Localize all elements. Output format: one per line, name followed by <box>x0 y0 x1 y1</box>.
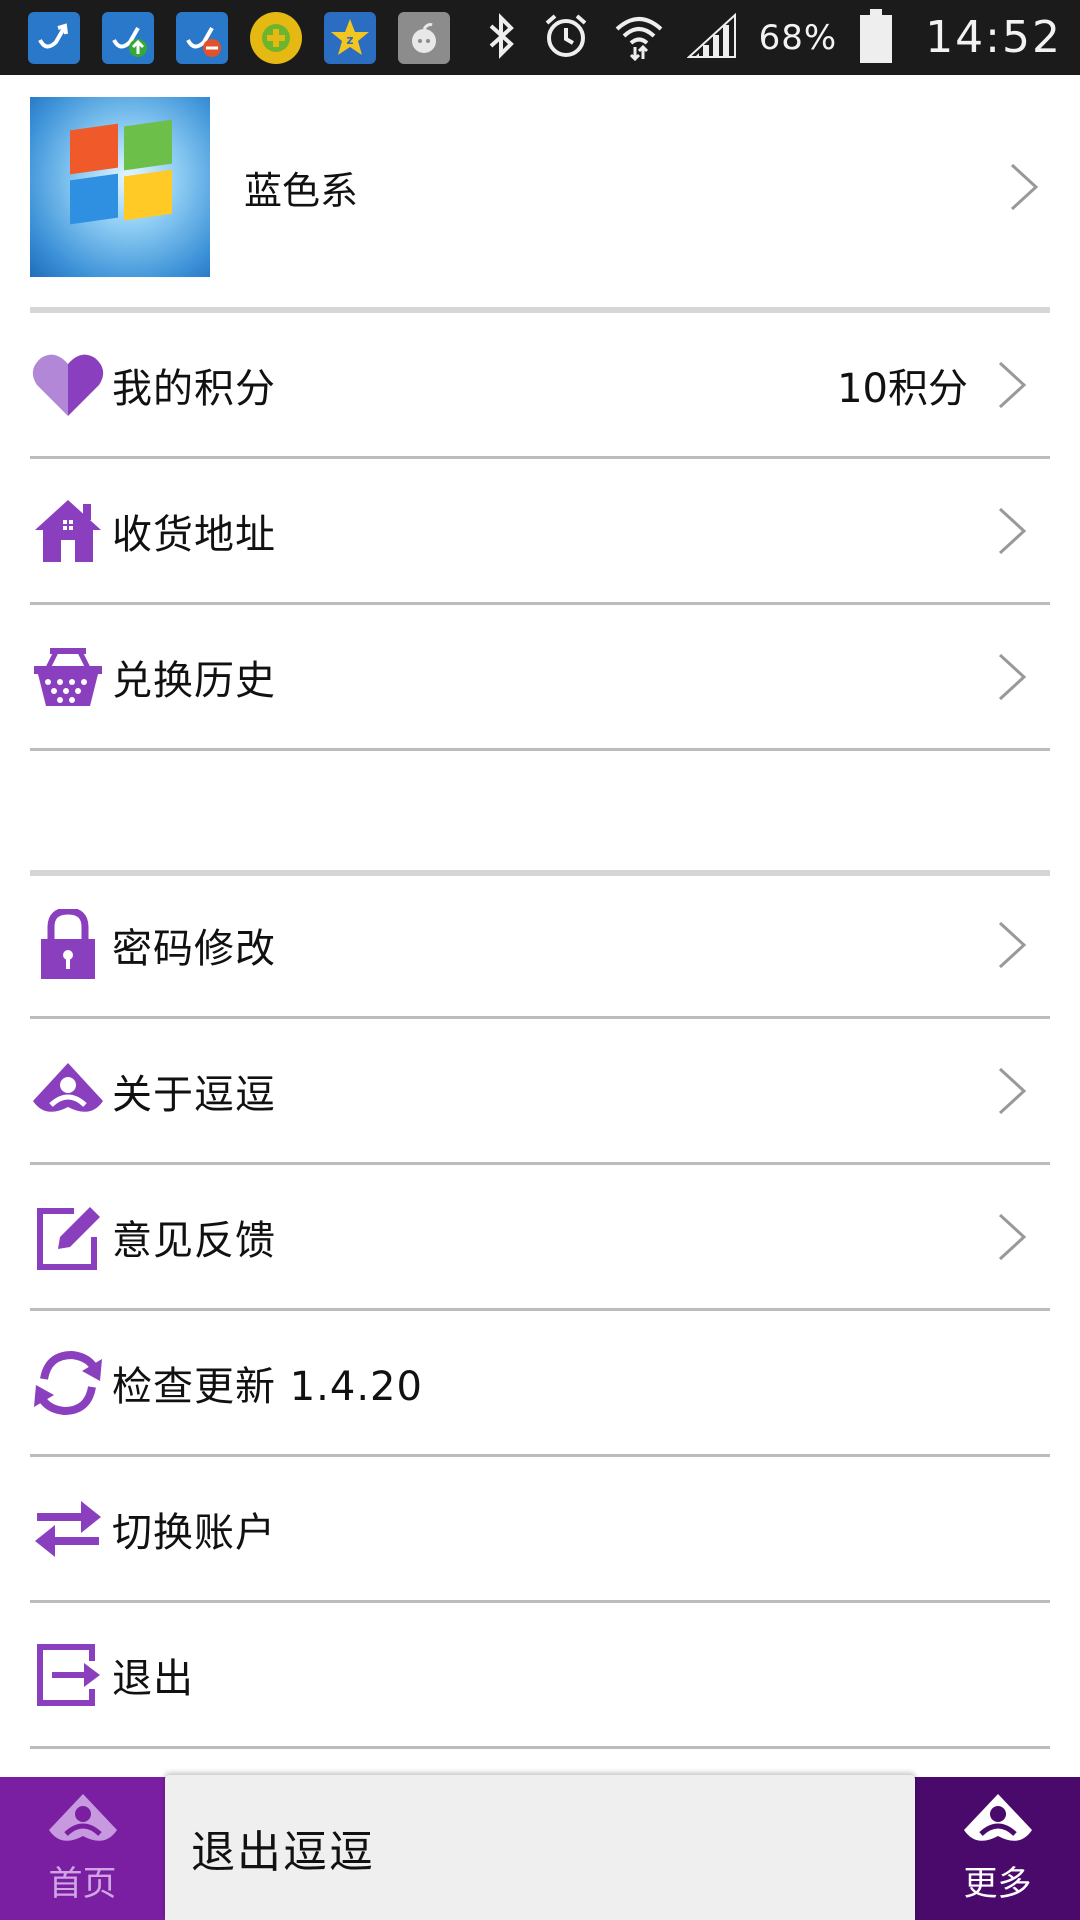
menu-item-exchange-history[interactable]: 兑换历史 <box>30 605 1050 751</box>
chevron-right-icon <box>992 920 1032 970</box>
chevron-right-icon <box>992 1212 1032 1262</box>
svg-text:z: z <box>347 33 354 47</box>
status-clock: 14:52 <box>925 12 1062 63</box>
vpn-icon <box>28 11 80 64</box>
switch-icon <box>30 1491 106 1567</box>
chevron-right-icon <box>992 652 1032 702</box>
points-value: 10积分 <box>837 365 968 412</box>
menu-group-settings: 密码修改 关于逗逗 意见反馈 检查更新 1.4.20 切换账户 退出 <box>30 873 1050 1749</box>
menu-item-label: 退出 <box>112 1655 194 1702</box>
menu-group-account: 我的积分 10积分 收货地址 兑换历史 <box>30 313 1050 751</box>
chevron-right-icon <box>992 506 1032 556</box>
chevron-right-icon <box>1004 162 1044 212</box>
vpn-up-icon <box>102 11 154 64</box>
exit-popup[interactable]: 退出逗逗 <box>165 1775 915 1920</box>
system-status: 68% 14:52 <box>485 8 1062 68</box>
plus-circle-icon <box>250 11 302 64</box>
battery-percent: 68% <box>758 17 838 58</box>
menu-item-label: 切换账户 <box>112 1509 276 1556</box>
chevron-right-icon <box>992 1066 1032 1116</box>
profile-name: 蓝色系 <box>244 168 359 213</box>
lock-icon <box>30 907 106 983</box>
star-icon: z <box>324 11 376 64</box>
battery-icon <box>859 8 893 68</box>
apple-icon <box>398 11 450 64</box>
menu-item-label: 密码修改 <box>112 925 276 972</box>
nav-home-label: 首页 <box>48 1864 117 1904</box>
menu-item-change-password[interactable]: 密码修改 <box>30 873 1050 1019</box>
wifi-icon <box>613 11 665 65</box>
menu-item-label: 我的积分 <box>112 365 276 412</box>
basket-icon <box>30 639 106 715</box>
menu-item-label: 兑换历史 <box>112 657 276 704</box>
bluetooth-icon <box>485 12 519 64</box>
menu-item-address[interactable]: 收货地址 <box>30 459 1050 605</box>
house-icon <box>30 493 106 569</box>
nav-home[interactable]: 首页 <box>0 1777 165 1920</box>
logo-icon <box>47 1792 119 1854</box>
chevron-right-icon <box>992 360 1032 410</box>
refresh-icon <box>30 1345 106 1421</box>
menu-item-label: 检查更新 1.4.20 <box>112 1363 423 1410</box>
exit-app-option[interactable]: 退出逗逗 <box>191 1816 375 1880</box>
nav-more-label: 更多 <box>963 1864 1032 1904</box>
menu-item-label: 收货地址 <box>112 511 276 558</box>
nav-more[interactable]: 更多 <box>915 1777 1080 1920</box>
menu-item-check-update[interactable]: 检查更新 1.4.20 <box>30 1311 1050 1457</box>
vpn-minus-icon <box>176 11 228 64</box>
exit-icon <box>30 1637 106 1713</box>
menu-item-about[interactable]: 关于逗逗 <box>30 1019 1050 1165</box>
menu-item-feedback[interactable]: 意见反馈 <box>30 1165 1050 1311</box>
menu-item-label: 关于逗逗 <box>112 1071 276 1118</box>
signal-icon <box>686 12 737 63</box>
logo-icon <box>30 1053 106 1129</box>
profile-row[interactable]: 蓝色系 <box>30 97 1050 277</box>
menu-item-logout[interactable]: 退出 <box>30 1603 1050 1749</box>
logo-icon <box>962 1792 1034 1854</box>
edit-icon <box>30 1199 106 1275</box>
menu-item-switch-account[interactable]: 切换账户 <box>30 1457 1050 1603</box>
menu-item-points[interactable]: 我的积分 10积分 <box>30 313 1050 459</box>
avatar[interactable] <box>30 97 210 277</box>
heart-icon <box>30 347 106 423</box>
alarm-icon <box>541 11 591 65</box>
notification-icons: z <box>28 11 450 64</box>
menu-item-label: 意见反馈 <box>112 1217 276 1264</box>
status-bar: z 68% 14:52 <box>0 0 1080 75</box>
